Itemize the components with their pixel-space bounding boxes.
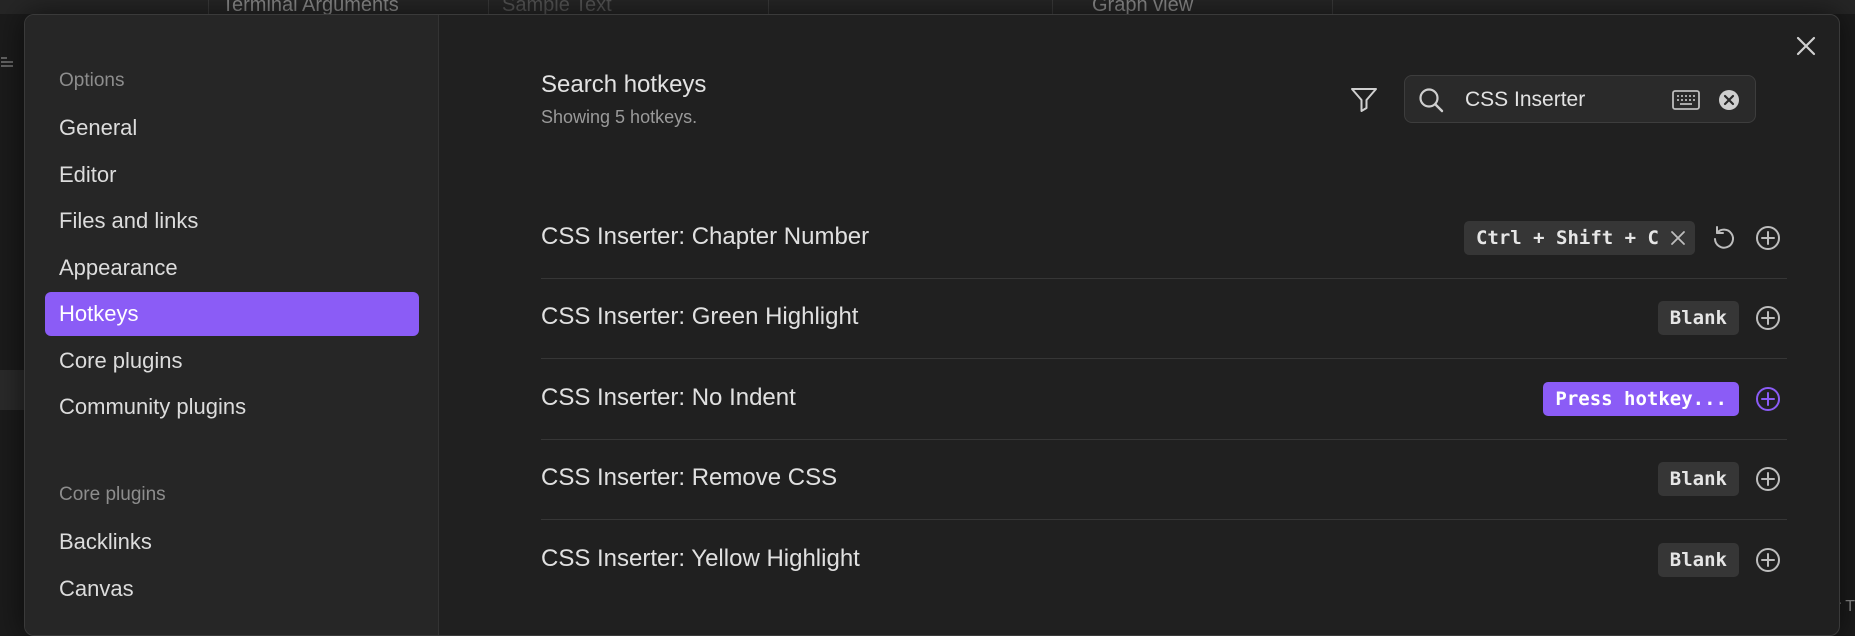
hotkey-command-label: CSS Inserter: Chapter Number [541, 223, 870, 250]
hotkey-row: CSS Inserter: Yellow Highlight Blank [541, 521, 1787, 601]
add-hotkey-button[interactable] [1753, 464, 1783, 494]
add-hotkey-button[interactable] [1753, 384, 1783, 414]
settings-modal: Options General Editor Files and links A… [24, 14, 1840, 636]
tab-separator [488, 0, 489, 14]
hotkey-search-box [1404, 75, 1756, 123]
hotkey-binding: Blank [1657, 462, 1739, 496]
sidebar-item-backlinks[interactable]: Backlinks [45, 520, 419, 564]
background-tab-sample-text[interactable]: Sample Text [502, 0, 742, 14]
add-hotkey-icon [1756, 548, 1780, 572]
sidebar-item-core-plugins[interactable]: Core plugins [45, 339, 419, 383]
hotkey-row: CSS Inserter: Chapter Number Ctrl + Shif… [541, 199, 1787, 279]
hotkeys-pane: Search hotkeys Showing 5 hotkeys. CSS In… [438, 15, 1839, 635]
add-hotkey-icon [1756, 387, 1780, 411]
sidebar-item-appearance[interactable]: Appearance [45, 246, 419, 290]
hotkey-command-label: CSS Inserter: Yellow Highlight [541, 545, 860, 572]
background-tab-terminal-arguments[interactable]: Terminal Arguments [222, 0, 462, 14]
outline-icon[interactable] [0, 55, 14, 69]
hotkey-count-text: Showing 5 hotkeys. [541, 107, 698, 127]
filter-icon [1351, 88, 1377, 112]
add-hotkey-icon [1756, 467, 1780, 491]
remove-hotkey-icon[interactable] [1669, 229, 1687, 247]
hotkey-binding: Blank [1657, 301, 1739, 335]
sidebar-item-general[interactable]: General [45, 106, 419, 150]
search-hotkeys-title: Search hotkeys [541, 71, 707, 98]
clear-search-icon[interactable] [1717, 88, 1741, 112]
hotkey-command-label: CSS Inserter: Green Highlight [541, 303, 859, 330]
sidebar-item-canvas[interactable]: Canvas [45, 567, 419, 611]
filter-button[interactable] [1348, 83, 1380, 115]
hotkey-binding-text: Ctrl + Shift + C [1475, 227, 1659, 249]
sidebar-heading-core-plugins: Core plugins [59, 484, 166, 505]
hotkey-row: CSS Inserter: Remove CSS Blank [541, 440, 1787, 520]
hotkey-binding: Ctrl + Shift + C [1463, 221, 1695, 255]
background-tab-graph-view[interactable]: Graph view [1092, 0, 1272, 14]
add-hotkey-button[interactable] [1753, 223, 1783, 253]
tab-separator [1052, 0, 1053, 14]
hotkey-binding: Blank [1657, 543, 1739, 577]
background-tab-bar: Terminal Arguments Sample Text Graph vie… [0, 0, 1855, 14]
sidebar-heading-options: Options [59, 70, 125, 91]
keyboard-icon[interactable] [1671, 88, 1701, 112]
hotkey-row: CSS Inserter: Green Highlight Blank [541, 279, 1787, 359]
tab-separator [208, 0, 209, 14]
add-hotkey-button[interactable] [1753, 545, 1783, 575]
background-sidebar-highlight [0, 370, 24, 410]
hotkey-binding-recording: Press hotkey... [1543, 382, 1739, 416]
hotkey-command-label: CSS Inserter: No Indent [541, 384, 796, 411]
sidebar-item-editor[interactable]: Editor [45, 153, 419, 197]
hotkey-row: CSS Inserter: No Indent Press hotkey... [541, 360, 1787, 440]
restore-default-icon [1714, 226, 1734, 249]
hotkey-command-label: CSS Inserter: Remove CSS [541, 464, 838, 491]
sidebar-item-files-and-links[interactable]: Files and links [45, 199, 419, 243]
settings-sidebar: Options General Editor Files and links A… [25, 15, 439, 635]
search-icon [1417, 86, 1445, 114]
sidebar-item-hotkeys[interactable]: Hotkeys [45, 292, 419, 336]
add-hotkey-button[interactable] [1753, 303, 1783, 333]
tab-separator [768, 0, 769, 14]
add-hotkey-icon [1756, 306, 1780, 330]
restore-default-button[interactable] [1709, 223, 1739, 253]
tab-separator [1332, 0, 1333, 14]
add-hotkey-icon [1756, 226, 1780, 250]
hotkey-search-input[interactable] [1463, 84, 1667, 116]
sidebar-item-community-plugins[interactable]: Community plugins [45, 385, 419, 429]
